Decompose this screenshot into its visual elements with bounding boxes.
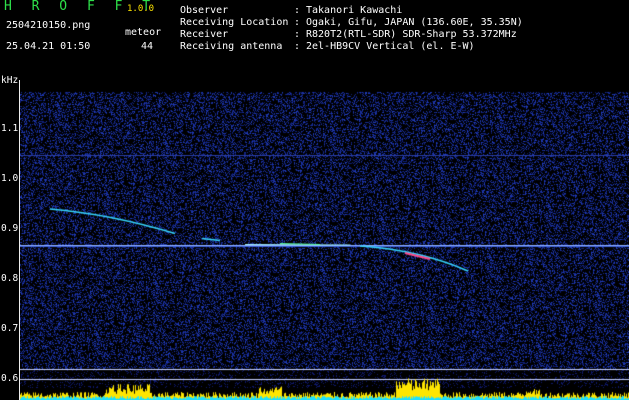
timestamp: 25.04.21 01:50 xyxy=(6,41,91,52)
spectrogram xyxy=(20,80,629,400)
y-tick-label: 0.7 xyxy=(1,323,19,334)
detection-count: 44 xyxy=(141,41,154,52)
y-tick-label: 0.8 xyxy=(1,273,19,284)
file-name: 2504210150.png xyxy=(6,20,91,31)
y-tick-label: 1.1 xyxy=(1,123,19,134)
y-tick-label: 0.6 xyxy=(1,373,19,384)
mode-label: meteor xyxy=(125,27,162,38)
app-version: 1.0.0 xyxy=(127,4,155,14)
info-value-antenna: 2el-HB9CV Vertical (el. E-W) xyxy=(306,41,475,52)
info-sep-antenna: : xyxy=(294,41,301,52)
info-key-antenna: Receiving antenna xyxy=(180,41,283,52)
y-tick-label: 0.9 xyxy=(1,223,19,234)
y-tick-label: 1.0 xyxy=(1,173,19,184)
y-unit-label: kHz xyxy=(1,75,19,86)
